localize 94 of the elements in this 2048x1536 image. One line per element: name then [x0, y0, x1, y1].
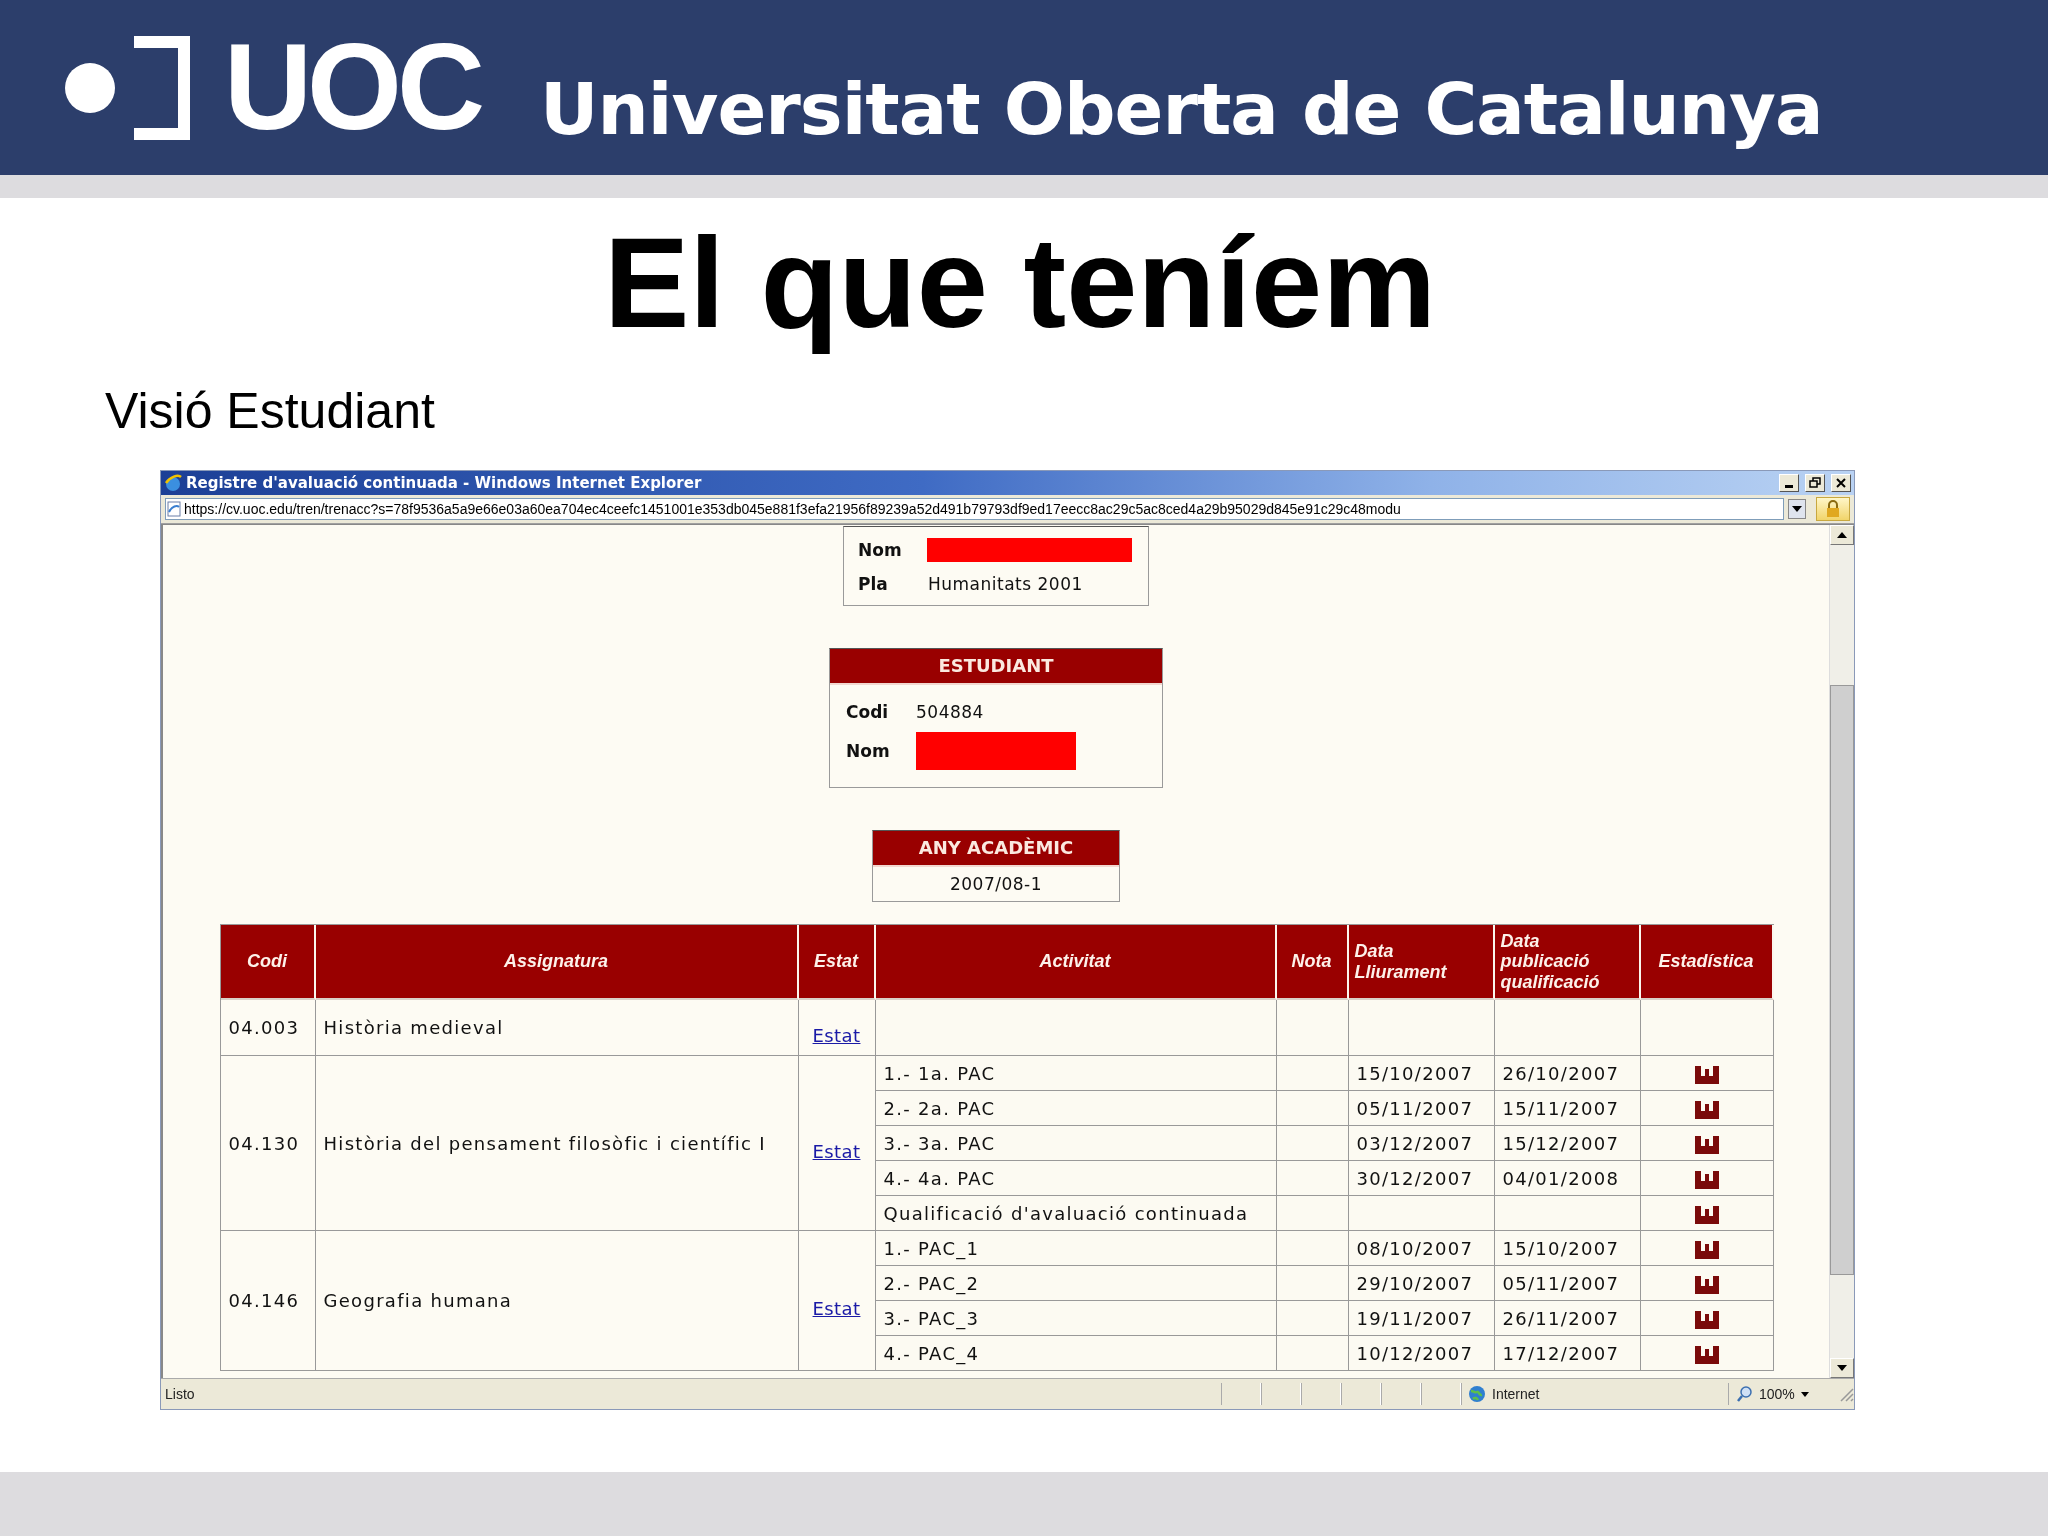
status-text: Listo: [165, 1387, 195, 1401]
scrollbar[interactable]: [1829, 525, 1854, 1378]
close-icon: [1835, 477, 1847, 489]
caret-icon: [1792, 506, 1802, 512]
table-cell: 04/01/2008: [1494, 1161, 1641, 1196]
table-cell: 10/12/2007: [1348, 1336, 1495, 1371]
table-cell: Geografia humana: [315, 1231, 799, 1371]
address-field[interactable]: https://cv.uoc.edu/tren/trenacc?s=78f9536a5a9e66e03a60ea704ec4ceefc1451001e353db045e881f3efa21956f89239a52d491b79793df9ed17eecc8ac29c5ac8ced4a29b95029d845e91c29c48modu: [165, 498, 1784, 520]
window-title: Registre d'avaluació continuada - Windows Internet Explorer: [186, 475, 703, 491]
table-cell: 4.- PAC_4: [875, 1336, 1277, 1371]
table-cell: 30/12/2007: [1348, 1161, 1495, 1196]
table-cell: 26/10/2007: [1494, 1056, 1641, 1091]
table-cell: 04.130: [220, 1056, 316, 1231]
table-cell: 1.- PAC_1: [875, 1231, 1277, 1266]
close-button[interactable]: [1831, 474, 1851, 492]
status-panel: [1341, 1383, 1381, 1405]
column-header: Data Lliurament: [1348, 925, 1495, 1000]
table-cell: 15/10/2007: [1348, 1056, 1495, 1091]
column-header: Estat: [798, 925, 876, 1000]
stats-icon[interactable]: [1694, 1135, 1719, 1154]
restore-button[interactable]: [1805, 474, 1825, 492]
box-header: ANY ACADÈMIC: [873, 831, 1119, 867]
table-cell: Qualificació d'avaluació continuada: [875, 1196, 1277, 1231]
lock-icon[interactable]: [1816, 497, 1850, 521]
table-cell: 26/11/2007: [1494, 1301, 1641, 1336]
resize-grip-icon[interactable]: [1838, 1386, 1854, 1402]
minimize-button[interactable]: [1779, 474, 1799, 492]
table-cell: 05/11/2007: [1494, 1266, 1641, 1301]
stats-icon[interactable]: [1694, 1275, 1719, 1294]
column-header: Estadística: [1640, 925, 1774, 1000]
institution-name: Universitat Oberta de Catalunya: [540, 65, 1823, 153]
magnifier-icon: [1737, 1386, 1753, 1402]
field-label: Pla: [858, 574, 889, 594]
status-panel: [1421, 1383, 1461, 1405]
table-cell: 4.- 4a. PAC: [875, 1161, 1277, 1196]
table-cell: 19/11/2007: [1348, 1301, 1495, 1336]
column-header: Codi: [220, 925, 316, 1000]
table-cell: 04.003: [220, 1000, 316, 1056]
table-cell: 1.- 1a. PAC: [875, 1056, 1277, 1091]
field-label: Nom: [858, 540, 903, 560]
table-cell: 15/10/2007: [1494, 1231, 1641, 1266]
field-label: Codi: [846, 702, 890, 722]
table-cell: 15/11/2007: [1494, 1091, 1641, 1126]
field-label: Nom: [846, 741, 891, 761]
minimize-icon: [1785, 485, 1793, 488]
logo-icon: [64, 35, 190, 140]
table-cell: 17/12/2007: [1494, 1336, 1641, 1371]
field-value: Humanitats 2001: [928, 574, 1083, 594]
stats-icon[interactable]: [1694, 1205, 1719, 1224]
browser-icon: [164, 474, 182, 492]
stats-icon[interactable]: [1694, 1170, 1719, 1189]
table-cell: 08/10/2007: [1348, 1231, 1495, 1266]
status-panel: [1261, 1383, 1301, 1405]
dropdown-button[interactable]: [1788, 499, 1806, 519]
column-header: Nota: [1276, 925, 1349, 1000]
field-value: 504884: [916, 702, 984, 722]
stats-icon[interactable]: [1694, 1065, 1719, 1084]
down-arrow-icon: [1837, 1365, 1847, 1371]
status-link[interactable]: Estat: [812, 1298, 861, 1319]
slide-title: El que teníem: [603, 209, 1437, 356]
table-cell: 15/12/2007: [1494, 1126, 1641, 1161]
table-cell: 04.146: [220, 1231, 316, 1371]
caret-icon: [1800, 1391, 1809, 1397]
up-arrow-icon: [1837, 532, 1847, 538]
status-panel: [1301, 1383, 1341, 1405]
stats-icon[interactable]: [1694, 1100, 1719, 1119]
academic-year: 2007/08-1: [949, 874, 1043, 894]
table-cell: 2.- PAC_2: [875, 1266, 1277, 1301]
table-cell: 3.- 3a. PAC: [875, 1126, 1277, 1161]
status-link[interactable]: Estat: [812, 1140, 861, 1162]
status-panel: [1381, 1383, 1421, 1405]
globe-icon: [1468, 1385, 1486, 1403]
table-cell: 03/12/2007: [1348, 1126, 1495, 1161]
column-header: Assignatura: [315, 925, 799, 1000]
table-cell: 29/10/2007: [1348, 1266, 1495, 1301]
status-link[interactable]: Estat: [812, 1025, 861, 1046]
table-cell: Història medieval: [315, 1000, 799, 1056]
box-header: ESTUDIANT: [830, 649, 1162, 685]
zoom-button[interactable]: 100%: [1728, 1383, 1838, 1405]
table-cell: 05/11/2007: [1348, 1091, 1495, 1126]
page-icon: [166, 501, 182, 517]
status-panel: [1221, 1383, 1261, 1405]
stats-icon[interactable]: [1694, 1240, 1719, 1259]
column-header: Data publicació qualificació: [1494, 925, 1641, 1000]
security-zone: Internet: [1492, 1387, 1540, 1401]
stats-icon[interactable]: [1694, 1345, 1719, 1364]
table-cell: 3.- PAC_3: [875, 1301, 1277, 1336]
column-header: Activitat: [875, 925, 1277, 1000]
slide-subtitle: Visió Estudiant: [105, 383, 435, 439]
logo-text: UOC: [224, 18, 481, 158]
table-cell: 2.- 2a. PAC: [875, 1091, 1277, 1126]
restore-icon: [1809, 477, 1821, 489]
table-cell: Història del pensament filosòfic i científic I: [315, 1056, 799, 1231]
stats-icon[interactable]: [1694, 1310, 1719, 1329]
